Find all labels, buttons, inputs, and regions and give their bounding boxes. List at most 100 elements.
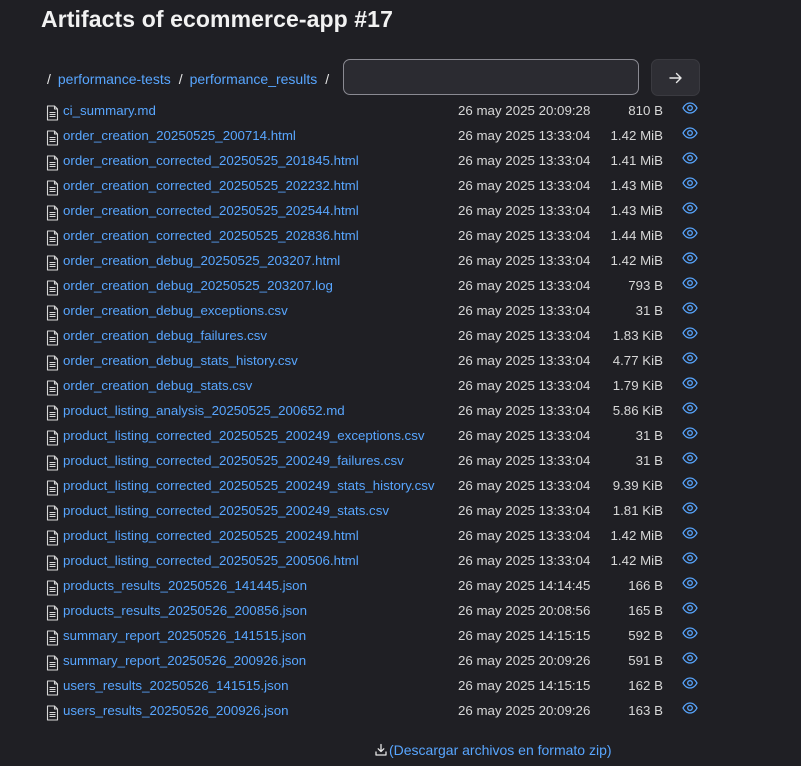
eye-icon[interactable] — [682, 427, 698, 439]
eye-icon[interactable] — [682, 477, 698, 489]
file-size: 1.44 MiB — [610, 228, 663, 243]
eye-icon[interactable] — [682, 402, 698, 414]
file-date: 26 may 2025 14:14:45 — [458, 578, 591, 593]
file-name-link[interactable]: product_listing_analysis_20250525_200652… — [63, 403, 345, 418]
file-name-link[interactable]: users_results_20250526_141515.json — [63, 678, 288, 693]
download-zip-link[interactable]: (Descargar archivos en formato zip) — [374, 742, 612, 758]
file-row: product_listing_corrected_20250525_20024… — [45, 474, 705, 499]
eye-icon[interactable] — [682, 627, 698, 639]
file-name-link[interactable]: product_listing_corrected_20250525_20024… — [63, 453, 404, 468]
file-row: summary_report_20250526_200926.json 26 ma… — [45, 649, 705, 674]
file-row: product_listing_analysis_20250525_200652… — [45, 399, 705, 424]
file-icon — [46, 230, 59, 246]
file-name-link[interactable]: order_creation_debug_stats_history.csv — [63, 353, 298, 368]
eye-icon[interactable] — [682, 277, 698, 289]
file-row: order_creation_corrected_20250525_202232… — [45, 174, 705, 199]
eye-icon[interactable] — [682, 227, 698, 239]
eye-icon[interactable] — [682, 127, 698, 139]
file-date: 26 may 2025 13:33:04 — [458, 403, 591, 418]
eye-icon[interactable] — [682, 377, 698, 389]
eye-icon[interactable] — [682, 602, 698, 614]
file-icon — [46, 305, 59, 321]
file-name-link[interactable]: summary_report_20250526_141515.json — [63, 628, 306, 643]
file-date: 26 may 2025 14:15:15 — [458, 678, 591, 693]
breadcrumb-item-performance-tests[interactable]: performance-tests — [58, 71, 171, 87]
file-name-link[interactable]: summary_report_20250526_200926.json — [63, 653, 306, 668]
file-date: 26 may 2025 14:15:15 — [458, 628, 591, 643]
file-name-link[interactable]: order_creation_corrected_20250525_202544… — [63, 203, 359, 218]
eye-icon[interactable] — [682, 102, 698, 114]
file-list: ci_summary.md 26 may 2025 20:09:28 810 B or… — [45, 99, 705, 724]
path-input[interactable] — [343, 59, 639, 95]
file-size: 1.81 KiB — [612, 503, 663, 518]
file-date: 26 may 2025 13:33:04 — [458, 153, 591, 168]
file-name-link[interactable]: order_creation_corrected_20250525_202232… — [63, 178, 359, 193]
file-name-link[interactable]: product_listing_corrected_20250525_20024… — [63, 528, 359, 543]
eye-icon[interactable] — [682, 177, 698, 189]
breadcrumb: / performance-tests / performance_result… — [47, 60, 336, 98]
file-size: 1.42 MiB — [610, 553, 663, 568]
eye-icon[interactable] — [682, 652, 698, 664]
file-name-link[interactable]: order_creation_corrected_20250525_201845… — [63, 153, 359, 168]
file-name-link[interactable]: order_creation_debug_exceptions.csv — [63, 303, 288, 318]
go-button[interactable] — [651, 59, 700, 96]
file-name-link[interactable]: product_listing_corrected_20250525_20024… — [63, 428, 425, 443]
file-name-link[interactable]: order_creation_debug_stats.csv — [63, 378, 252, 393]
file-size: 1.41 MiB — [610, 153, 663, 168]
file-size: 591 B — [628, 653, 663, 668]
eye-icon[interactable] — [682, 677, 698, 689]
file-row: ci_summary.md 26 may 2025 20:09:28 810 B — [45, 99, 705, 124]
file-size: 1.42 MiB — [610, 128, 663, 143]
file-icon — [46, 105, 59, 121]
file-name-link[interactable]: order_creation_debug_20250525_203207.log — [63, 278, 333, 293]
file-icon — [46, 505, 59, 521]
eye-icon[interactable] — [682, 577, 698, 589]
file-name-link[interactable]: product_listing_corrected_20250525_20024… — [63, 503, 389, 518]
file-name-link[interactable]: product_listing_corrected_20250525_20024… — [63, 478, 435, 493]
eye-icon[interactable] — [682, 152, 698, 164]
file-date: 26 may 2025 13:33:04 — [458, 278, 591, 293]
eye-icon[interactable] — [682, 527, 698, 539]
file-icon — [46, 580, 59, 596]
eye-icon[interactable] — [682, 327, 698, 339]
eye-icon[interactable] — [682, 252, 698, 264]
file-icon — [46, 455, 59, 471]
file-name-link[interactable]: ci_summary.md — [63, 103, 156, 118]
file-date: 26 may 2025 20:08:56 — [458, 603, 591, 618]
eye-icon[interactable] — [682, 502, 698, 514]
file-date: 26 may 2025 13:33:04 — [458, 328, 591, 343]
file-name-link[interactable]: products_results_20250526_141445.json — [63, 578, 307, 593]
file-name-link[interactable]: product_listing_corrected_20250525_20050… — [63, 553, 359, 568]
eye-icon[interactable] — [682, 352, 698, 364]
file-size: 4.77 KiB — [612, 353, 663, 368]
file-name-link[interactable]: order_creation_debug_failures.csv — [63, 328, 267, 343]
file-row: product_listing_corrected_20250525_20050… — [45, 549, 705, 574]
file-row: product_listing_corrected_20250525_20024… — [45, 449, 705, 474]
file-row: order_creation_corrected_20250525_202544… — [45, 199, 705, 224]
file-size: 592 B — [628, 628, 663, 643]
file-icon — [46, 180, 59, 196]
eye-icon[interactable] — [682, 552, 698, 564]
eye-icon[interactable] — [682, 702, 698, 714]
file-icon — [46, 680, 59, 696]
file-size: 166 B — [628, 578, 663, 593]
file-name-link[interactable]: order_creation_20250525_200714.html — [63, 128, 296, 143]
breadcrumb-separator: / — [178, 71, 183, 87]
eye-icon[interactable] — [682, 202, 698, 214]
file-size: 165 B — [628, 603, 663, 618]
file-name-link[interactable]: order_creation_corrected_20250525_202836… — [63, 228, 359, 243]
file-name-link[interactable]: products_results_20250526_200856.json — [63, 603, 307, 618]
file-row: products_results_20250526_141445.json 26 … — [45, 574, 705, 599]
file-date: 26 may 2025 13:33:04 — [458, 128, 591, 143]
file-size: 1.79 KiB — [612, 378, 663, 393]
file-size: 1.83 KiB — [612, 328, 663, 343]
file-size: 9.39 KiB — [612, 478, 663, 493]
eye-icon[interactable] — [682, 302, 698, 314]
breadcrumb-item-performance-results[interactable]: performance_results — [190, 71, 318, 87]
eye-icon[interactable] — [682, 452, 698, 464]
file-icon — [46, 480, 59, 496]
artifacts-page: Artifacts of ecommerce-app #17 / perform… — [0, 0, 801, 766]
file-name-link[interactable]: order_creation_debug_20250525_203207.htm… — [63, 253, 340, 268]
file-name-link[interactable]: users_results_20250526_200926.json — [63, 703, 288, 718]
file-row: products_results_20250526_200856.json 26 … — [45, 599, 705, 624]
